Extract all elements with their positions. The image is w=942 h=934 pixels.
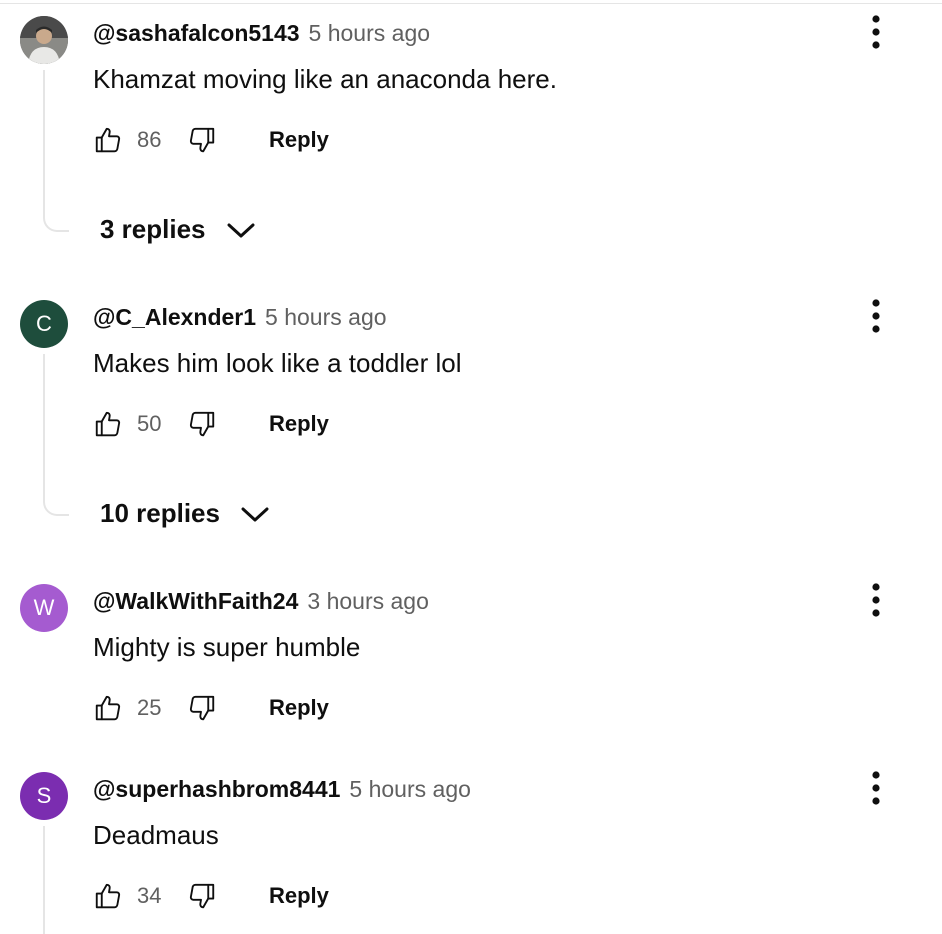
reply-button[interactable]: Reply <box>269 127 329 153</box>
thumbs-down-icon <box>189 127 215 153</box>
more-vertical-icon <box>872 583 880 617</box>
timestamp[interactable]: 5 hours ago <box>309 20 430 47</box>
thread-line <box>43 70 69 232</box>
like-count: 50 <box>137 411 162 436</box>
like-button[interactable] <box>93 693 123 723</box>
user-photo-icon <box>20 16 68 64</box>
replies-count: 10 replies <box>100 498 220 528</box>
dislike-button[interactable] <box>187 693 217 723</box>
comment-header: @C_Alexnder1 5 hours ago <box>93 304 387 331</box>
comment-text: Deadmaus <box>93 820 219 850</box>
replies-toggle[interactable]: 10 replies <box>100 498 270 529</box>
reply-button[interactable]: Reply <box>269 883 329 909</box>
thumbs-down-icon <box>189 695 215 721</box>
more-vertical-icon <box>872 299 880 333</box>
chevron-down-icon <box>227 223 255 237</box>
like-button[interactable] <box>93 881 123 911</box>
timestamp[interactable]: 5 hours ago <box>349 776 470 803</box>
comment-text: Mighty is super humble <box>93 632 361 662</box>
thread-line <box>43 354 69 516</box>
reply-button[interactable]: Reply <box>269 695 329 721</box>
avatar[interactable] <box>20 16 68 64</box>
comment-header: @superhashbrom8441 5 hours ago <box>93 776 471 803</box>
more-vertical-icon <box>872 771 880 805</box>
thumbs-down-icon <box>189 411 215 437</box>
avatar-letter: W <box>33 595 55 620</box>
thumbs-up-icon <box>95 127 121 153</box>
comment-actions: 50 Reply <box>93 404 329 444</box>
author-name[interactable]: @superhashbrom8441 <box>93 776 340 803</box>
avatar-letter: C <box>36 311 52 336</box>
avatar[interactable]: W <box>20 584 68 632</box>
dislike-button[interactable] <box>187 409 217 439</box>
avatar-letter: S <box>36 783 52 808</box>
dislike-button[interactable] <box>187 881 217 911</box>
like-count: 34 <box>137 883 162 908</box>
comment-header: @WalkWithFaith24 3 hours ago <box>93 588 429 615</box>
thumbs-down-icon <box>189 883 215 909</box>
reply-button[interactable]: Reply <box>269 411 329 437</box>
thumbs-up-icon <box>95 695 121 721</box>
comment-actions: 34 Reply <box>93 876 329 916</box>
comment-actions: 25 Reply <box>93 688 329 728</box>
author-name[interactable]: @sashafalcon5143 <box>93 20 300 47</box>
thread-line <box>43 826 45 934</box>
timestamp[interactable]: 3 hours ago <box>307 588 428 615</box>
like-button[interactable] <box>93 125 123 155</box>
comment-text: Makes him look like a toddler lol <box>93 348 462 378</box>
more-vertical-icon <box>872 15 880 49</box>
timestamp[interactable]: 5 hours ago <box>265 304 386 331</box>
replies-count: 3 replies <box>100 214 206 244</box>
avatar[interactable]: S <box>20 772 68 820</box>
replies-toggle[interactable]: 3 replies <box>100 214 256 245</box>
thumbs-up-icon <box>95 411 121 437</box>
dislike-button[interactable] <box>187 125 217 155</box>
like-count: 86 <box>137 127 162 152</box>
thumbs-up-icon <box>95 883 121 909</box>
more-actions-button[interactable] <box>861 768 891 808</box>
more-actions-button[interactable] <box>861 580 891 620</box>
like-count: 25 <box>137 695 162 720</box>
comment-header: @sashafalcon5143 5 hours ago <box>93 20 430 47</box>
chevron-down-icon <box>241 507 269 521</box>
author-name[interactable]: @C_Alexnder1 <box>93 304 256 331</box>
comment-text: Khamzat moving like an anaconda here. <box>93 64 557 94</box>
more-actions-button[interactable] <box>861 296 891 336</box>
more-actions-button[interactable] <box>861 12 891 52</box>
author-name[interactable]: @WalkWithFaith24 <box>93 588 298 615</box>
comment-actions: 86 Reply <box>93 120 329 160</box>
top-divider <box>0 3 942 4</box>
avatar[interactable]: C <box>20 300 68 348</box>
like-button[interactable] <box>93 409 123 439</box>
